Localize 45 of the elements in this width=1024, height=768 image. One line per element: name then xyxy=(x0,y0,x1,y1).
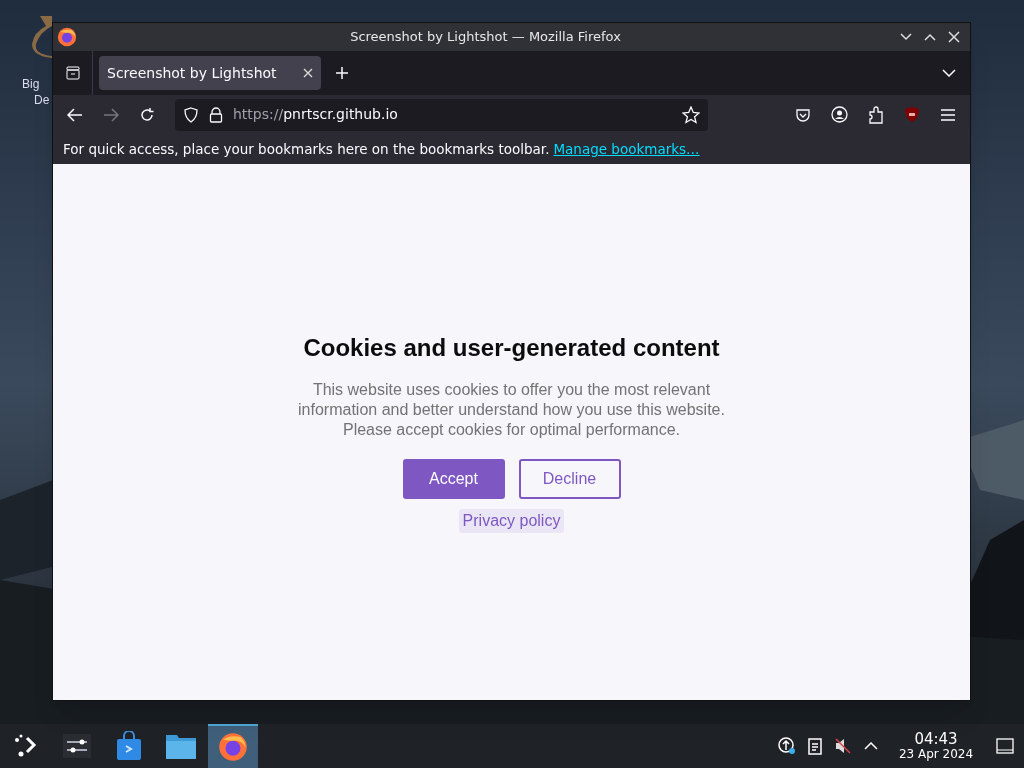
shield-badge-icon[interactable] xyxy=(904,106,920,123)
clock-date[interactable]: 23 Apr 2024 xyxy=(898,747,974,761)
back-arrow-icon[interactable] xyxy=(67,107,83,122)
dialog-title: Cookies and user-generated content xyxy=(303,333,720,363)
desktop-icon-label: De xyxy=(34,92,50,108)
url-text: https://pnrtscr.github.io xyxy=(233,105,399,124)
folder-icon xyxy=(165,732,197,760)
shield-icon[interactable] xyxy=(183,106,199,123)
plus-icon[interactable] xyxy=(335,66,349,80)
pocket-icon[interactable] xyxy=(795,106,811,123)
firefox-icon xyxy=(57,27,77,47)
forward-arrow-icon[interactable] xyxy=(103,107,119,122)
clipboard-icon[interactable] xyxy=(808,737,822,755)
taskbar-app-button[interactable] xyxy=(208,724,258,768)
shopping-bag-icon xyxy=(115,731,143,761)
window-title: Screenshot by Lightshot — Mozilla Firefox xyxy=(349,28,622,47)
maximize-icon[interactable] xyxy=(924,33,936,41)
close-icon[interactable] xyxy=(948,31,960,43)
star-icon[interactable] xyxy=(682,105,700,124)
account-icon[interactable] xyxy=(831,106,848,123)
chevron-down-icon[interactable] xyxy=(942,69,956,77)
clock-time[interactable]: 04:43 xyxy=(914,731,958,747)
sliders-icon xyxy=(62,731,92,761)
muted-speaker-icon[interactable] xyxy=(834,737,852,755)
dialog-message: This website uses cookies to offer you the most relevant information and better understand how you use this website. Please accept cookies for optimal performance. xyxy=(297,380,726,440)
dialog-button[interactable]: Accept xyxy=(402,459,505,499)
reload-icon[interactable] xyxy=(139,106,155,123)
bookmarks-message: For quick access, place your bookmarks here on the bookmarks toolbar. xyxy=(63,139,550,159)
padlock-icon[interactable] xyxy=(209,106,223,123)
puzzle-piece-icon[interactable] xyxy=(868,105,884,124)
chevron-up-icon[interactable] xyxy=(864,742,878,750)
manage-bookmarks-link[interactable]: Manage bookmarks… xyxy=(553,138,700,160)
firefox-icon xyxy=(218,732,248,762)
dialog-button[interactable]: Decline xyxy=(518,459,621,499)
update-icon[interactable] xyxy=(778,737,796,755)
tray-icon[interactable] xyxy=(64,65,81,81)
desktop-icon-label: Big xyxy=(22,76,40,92)
show-desktop-icon[interactable] xyxy=(996,738,1014,754)
address-bar[interactable]: https://pnrtscr.github.io xyxy=(175,98,708,131)
close-icon[interactable] xyxy=(303,68,313,78)
minimize-icon[interactable] xyxy=(900,33,912,41)
browser-tab[interactable]: Screenshot by Lightshot xyxy=(99,56,321,90)
privacy-policy-link[interactable]: Privacy policy xyxy=(458,509,565,533)
menu-icon[interactable] xyxy=(940,107,956,122)
tab-title: Screenshot by Lightshot xyxy=(107,63,278,83)
